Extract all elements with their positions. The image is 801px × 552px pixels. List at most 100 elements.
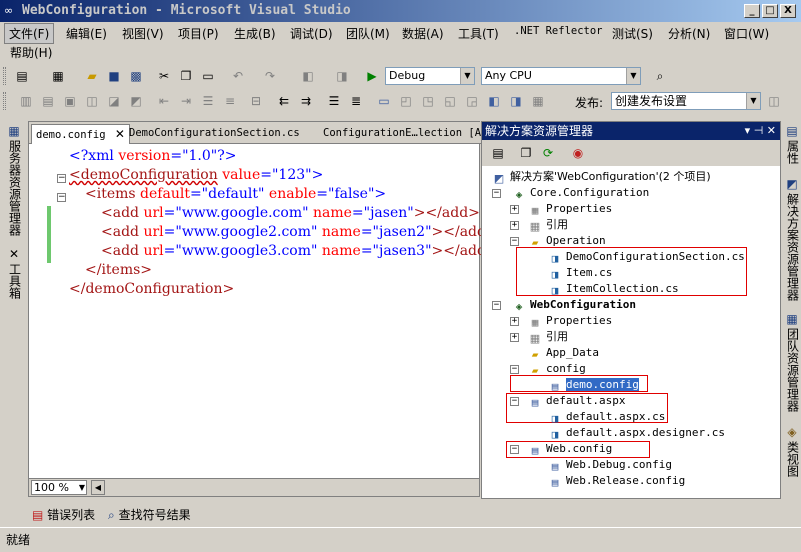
scroll-left-button[interactable]: ◀ — [91, 480, 105, 495]
pane-buttons[interactable]: ▾ ⊣ ✕ — [745, 122, 776, 140]
expand-web-references[interactable]: + — [510, 333, 519, 342]
zoom-combo[interactable]: 100 % ▼ — [31, 480, 87, 495]
open-folder-icon[interactable]: ▰ — [84, 68, 100, 84]
expand-references[interactable]: + — [510, 221, 519, 230]
tab-demo-configuration-section[interactable]: DemoConfigurationSection.cs — [125, 124, 304, 144]
tree-item-web-config[interactable]: ▤ Web.config — [528, 441, 613, 457]
toolbox-tab[interactable]: ✕ 工具箱 — [4, 248, 24, 308]
collapse-web-configuration[interactable]: − — [492, 301, 501, 310]
menu-net-reflector[interactable]: .NET Reflector — [510, 24, 607, 38]
collapse-config[interactable]: − — [510, 365, 519, 374]
menu-team[interactable]: 团队(M) — [342, 24, 394, 43]
expand-web-properties[interactable]: + — [510, 317, 519, 326]
collapse-web-config[interactable]: − — [510, 445, 519, 454]
properties-icon[interactable]: ▤ — [490, 145, 506, 161]
quick-info-icon[interactable]: ▣ — [62, 93, 78, 109]
solution-explorer-tab[interactable]: ◩ 解决方案资源管理器 — [782, 178, 801, 310]
comment-lines-icon[interactable]: ☰ — [326, 93, 342, 109]
bookmark-prev-icon[interactable]: ⊟ — [248, 93, 264, 109]
tree-item-properties[interactable]: ▦ Properties — [528, 201, 613, 217]
publish-settings-combo[interactable]: 创建发布设置 ▼ — [611, 92, 761, 110]
tree-item-references[interactable]: ▦ 引用 — [528, 217, 568, 233]
indent-right-icon[interactable]: ⇥ — [178, 93, 194, 109]
menu-window[interactable]: 窗口(W) — [720, 24, 773, 43]
increase-indent-icon[interactable]: ⇉ — [298, 93, 314, 109]
menu-view[interactable]: 视图(V) — [118, 24, 168, 43]
save-icon[interactable]: ■ — [106, 68, 122, 84]
find-symbol-results-tab[interactable]: ⌕ 查找符号结果 — [108, 505, 191, 525]
collapse-core-configuration[interactable]: − — [492, 189, 501, 198]
collapse-default-aspx[interactable]: − — [510, 397, 519, 406]
publish-web-icon[interactable]: ◫ — [766, 93, 782, 109]
new-project-icon[interactable]: ▤ — [14, 68, 30, 84]
toolbar-grip[interactable] — [3, 67, 6, 85]
menu-file[interactable]: 文件(F) — [4, 23, 55, 44]
refresh-icon[interactable]: ⟳ — [540, 145, 556, 161]
menu-debug[interactable]: 调试(D) — [286, 24, 337, 43]
tab-demo-config[interactable]: demo.config ✕ — [31, 124, 130, 144]
server-explorer-tab[interactable]: ▦ 服务器资源管理器 — [4, 125, 24, 245]
paste-icon[interactable]: ▭ — [200, 68, 216, 84]
undo-icon[interactable]: ↶ — [230, 68, 246, 84]
uncomment-lines-icon[interactable]: ≣ — [348, 93, 364, 109]
indent-left-icon[interactable]: ⇤ — [156, 93, 172, 109]
properties-tab[interactable]: ▤ 属性 — [782, 125, 801, 175]
collapse-demo-configuration[interactable]: − — [57, 174, 66, 183]
maximize-button[interactable]: □ — [762, 4, 778, 18]
class-view-tab[interactable]: ◈ 类视图 — [782, 426, 801, 486]
prev-bookmark-icon[interactable]: ◰ — [398, 93, 414, 109]
tree-item-web-references[interactable]: ▦ 引用 — [528, 329, 568, 345]
cut-icon[interactable]: ✂ — [156, 68, 172, 84]
list-members-icon[interactable]: ▥ — [18, 93, 34, 109]
start-debug-icon[interactable]: ▶ — [364, 68, 380, 84]
show-all-files-icon[interactable]: ❐ — [518, 145, 534, 161]
redo-icon[interactable]: ↷ — [262, 68, 278, 84]
tree-item-web-configuration[interactable]: ◈ WebConfiguration — [512, 297, 636, 313]
tree-item-default-aspx-cs[interactable]: ◨ default.aspx.cs — [548, 409, 666, 425]
toolbar-grip[interactable] — [3, 92, 6, 110]
tree-item-web-release-config[interactable]: ▤ Web.Release.config — [548, 473, 686, 489]
collapse-items[interactable]: − — [57, 193, 66, 202]
next-bookmark-folder-icon[interactable]: ◲ — [464, 93, 480, 109]
display-options-icon[interactable]: ◪ — [106, 93, 122, 109]
tree-item-app-data[interactable]: ▰ App_Data — [528, 345, 599, 361]
save-all-icon[interactable]: ▩ — [128, 68, 144, 84]
menu-edit[interactable]: 编辑(E) — [62, 24, 111, 43]
add-item-icon[interactable]: ▦ — [50, 68, 66, 84]
menu-project[interactable]: 项目(P) — [174, 24, 223, 43]
error-list-tab[interactable]: ▤ 错误列表 — [32, 505, 95, 525]
collapse-operation[interactable]: − — [510, 237, 519, 246]
menu-help[interactable]: 帮助(H) — [6, 43, 56, 62]
toggle-bookmark-icon[interactable]: ◩ — [128, 93, 144, 109]
tree-item-default-aspx[interactable]: ▤ default.aspx — [528, 393, 626, 409]
tree-item-demo-config[interactable]: ▤ demo.config — [548, 377, 639, 393]
navigate-backward-icon[interactable]: ◧ — [300, 68, 316, 84]
comment-icon[interactable]: ☰ — [200, 93, 216, 109]
tree-item-web-properties[interactable]: ▦ Properties — [528, 313, 613, 329]
complete-word-icon[interactable]: ◫ — [84, 93, 100, 109]
clear-bookmarks-icon[interactable]: ▦ — [530, 93, 546, 109]
menu-tools[interactable]: 工具(T) — [454, 24, 503, 43]
team-explorer-tab[interactable]: ▦ 团队资源管理器 — [782, 313, 801, 423]
prev-bookmark-folder-icon[interactable]: ◱ — [442, 93, 458, 109]
parameter-info-icon[interactable]: ▤ — [40, 93, 56, 109]
uncomment-icon[interactable]: ≡ — [222, 93, 238, 109]
code-text-area[interactable]: − − <?xml version="1.0"?> <demoConfigura… — [29, 144, 498, 478]
menu-analyze[interactable]: 分析(N) — [664, 24, 714, 43]
decrease-indent-icon[interactable]: ⇇ — [276, 93, 292, 109]
tree-item-default-aspx-designer-cs[interactable]: ◨ default.aspx.designer.cs — [548, 425, 725, 441]
copy-icon[interactable]: ❐ — [178, 68, 194, 84]
tree-item-item-cs[interactable]: ◨ Item.cs — [548, 265, 613, 281]
minimize-button[interactable]: _ — [744, 4, 760, 18]
find-in-files-icon[interactable]: ⌕ — [652, 68, 668, 84]
menu-build[interactable]: 生成(B) — [230, 24, 280, 43]
next-bookmark-icon[interactable]: ◳ — [420, 93, 436, 109]
menu-test[interactable]: 测试(S) — [608, 24, 657, 43]
view-class-diagram-icon[interactable]: ◉ — [570, 145, 586, 161]
menu-data[interactable]: 数据(A) — [398, 24, 448, 43]
tree-item-demo-configuration-section-cs[interactable]: ◨ DemoConfigurationSection.cs — [548, 249, 745, 265]
tree-item-item-collection-cs[interactable]: ◨ ItemCollection.cs — [548, 281, 679, 297]
navigate-forward-icon[interactable]: ◨ — [334, 68, 350, 84]
tree-item-core-configuration[interactable]: ◈ Core.Configuration — [512, 185, 650, 201]
close-button[interactable]: X — [780, 4, 796, 18]
